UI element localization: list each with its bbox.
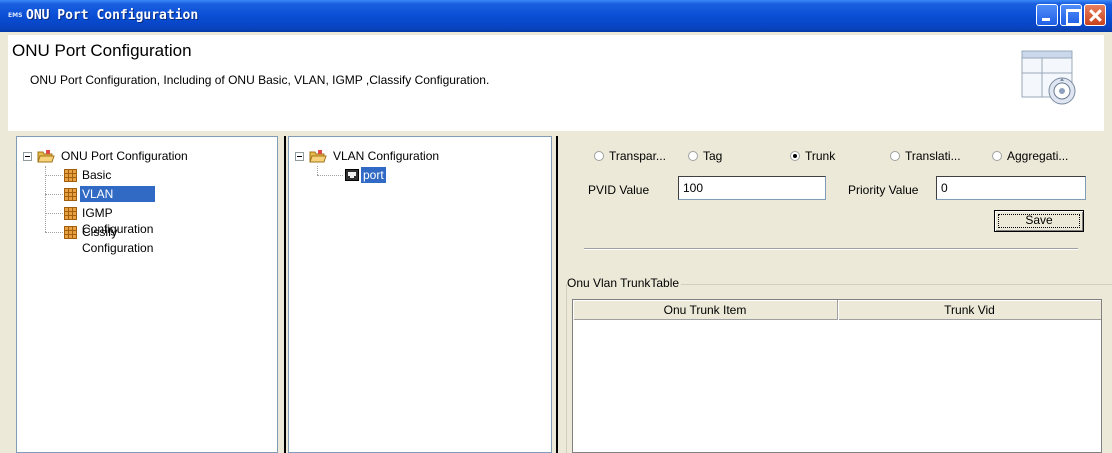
tree-line [45,194,63,195]
grid-icon [64,169,77,182]
radio-circle[interactable] [890,151,900,161]
tree-item-label: Basic Configuration [82,168,153,198]
radio-label: Aggregati... [1007,149,1069,163]
collapse-icon[interactable] [295,152,304,161]
maximize-button[interactable] [1060,4,1082,26]
splitter-edge [284,136,286,453]
header-panel: ONU Port Configuration ONU Port Configur… [8,35,1104,131]
tree-line [317,166,318,175]
tree-line [45,175,63,176]
open-folder-icon [309,150,327,163]
app-icon: EMS [8,12,23,19]
vlan-mode-radio-group: Transpar... Tag Trunk Translati... Aggre… [594,146,1112,166]
tree-item-label: Clssify Configuration [82,225,154,255]
tree-item-label: IGMP Configuration [82,206,154,236]
tree-item-label-selected: port 1 [361,167,386,198]
collapse-icon[interactable] [23,152,32,161]
radio-label: Trunk [805,149,836,163]
left-tree-pane: ONU Port Configuration Basic Configurati… [16,136,278,453]
separator [584,248,1078,250]
radio-circle-checked[interactable] [790,151,800,161]
minimize-button[interactable] [1036,4,1058,26]
title-bar[interactable]: EMS ONU Port Configuration [0,0,1112,32]
config-window-icon [1021,50,1076,105]
table-header: Onu Trunk Item Trunk Vid [573,300,1101,320]
tree-line [45,232,63,233]
column-header-trunk-item[interactable]: Onu Trunk Item [573,300,838,320]
trunk-table[interactable]: Onu Trunk Item Trunk Vid [572,299,1102,453]
vlan-config-pane: Transpar... Tag Trunk Translati... Aggre… [560,136,1112,453]
close-button[interactable] [1084,4,1106,26]
radio-circle[interactable] [594,151,604,161]
save-button[interactable]: Save [994,210,1084,232]
tree-item-label-selected: VLAN Configuration [80,186,156,217]
splitter-edge [556,136,558,453]
radio-label: Transpar... [609,149,666,163]
tree-root-label: VLAN Configuration [333,149,440,163]
page-title: ONU Port Configuration [12,41,192,60]
save-button-label: Save [1025,213,1053,227]
grid-icon [64,207,77,220]
priority-label: Priority Value [848,183,919,197]
radio-label: Translati... [905,149,961,163]
grid-icon [64,226,77,239]
tree-line [317,175,343,176]
radio-label: Tag [703,149,723,163]
tree-root-label: ONU Port Configuration [61,149,188,163]
ethernet-port-icon [345,169,359,181]
window-title: ONU Port Configuration [26,8,199,23]
pvid-input[interactable]: 100 [678,176,826,200]
grid-icon [64,188,77,201]
tree-line [45,213,63,214]
radio-circle[interactable] [992,151,1002,161]
page-description: ONU Port Configuration, Including of ONU… [30,73,490,87]
priority-input[interactable]: 0 [936,176,1086,200]
port-tree-pane: VLAN Configuration port 1 [288,136,552,453]
group-title: Onu Vlan TrunkTable [567,276,682,290]
pvid-label: PVID Value [588,183,650,197]
radio-circle[interactable] [688,151,698,161]
column-header-trunk-vid[interactable]: Trunk Vid [838,300,1101,320]
open-folder-icon [37,150,55,163]
